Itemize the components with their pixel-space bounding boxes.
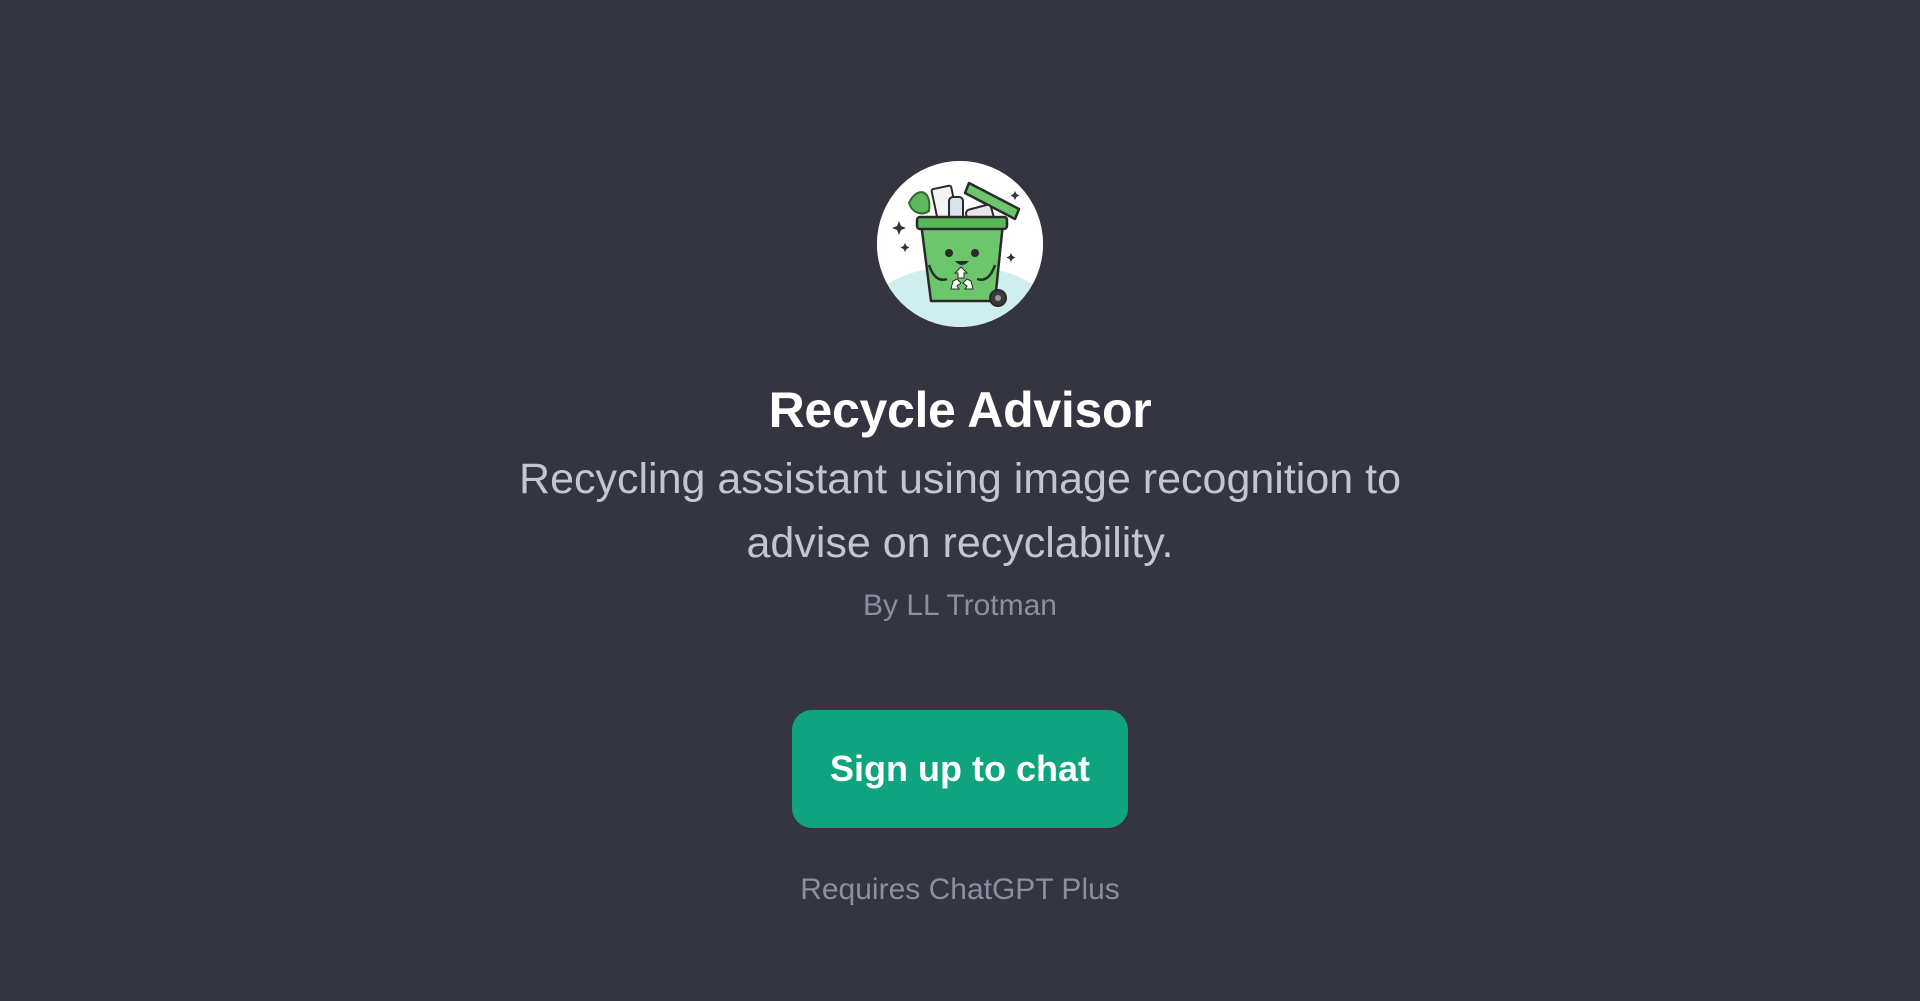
gpt-description: Recycling assistant using image recognit… <box>0 447 1920 575</box>
gpt-landing-page: Recycle Advisor Recycling assistant usin… <box>0 0 1920 1001</box>
sign-up-to-chat-button[interactable]: Sign up to chat <box>792 710 1128 828</box>
gpt-author: By LL Trotman <box>863 589 1057 622</box>
recycle-bin-mascot-icon <box>877 161 1043 327</box>
plan-requirement-note: Requires ChatGPT Plus <box>800 873 1120 906</box>
gpt-title: Recycle Advisor <box>768 382 1152 438</box>
gpt-description-text: Recycling assistant using image recognit… <box>519 455 1401 567</box>
